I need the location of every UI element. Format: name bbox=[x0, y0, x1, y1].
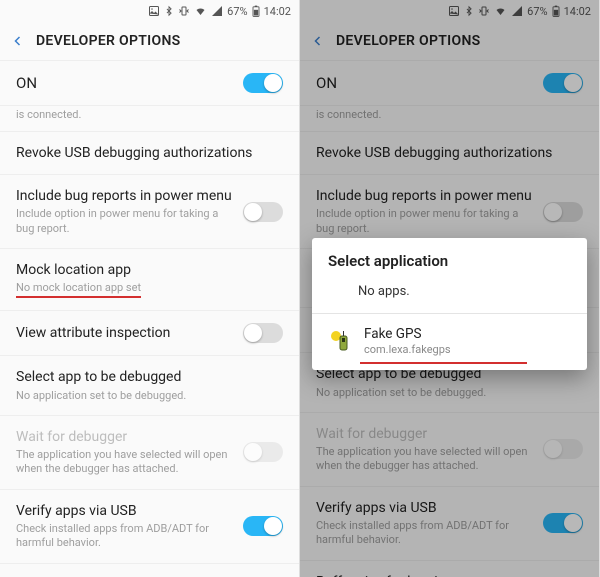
buffer-size-logging[interactable]: Buffer size for logging 256K per log buf… bbox=[0, 564, 299, 577]
waitdbg-title: Wait for debugger bbox=[16, 428, 233, 446]
revoke-usb-auth[interactable]: Revoke USB debugging authorizations bbox=[300, 132, 599, 175]
vibrate-icon bbox=[178, 5, 190, 17]
selectdebug-sub: No application set to be debugged. bbox=[16, 389, 283, 403]
image-icon bbox=[448, 5, 460, 17]
bluetooth-icon bbox=[464, 5, 474, 17]
waitdbg-sub: The application you have selected will o… bbox=[16, 448, 233, 477]
selectdebug-sub: No application set to be debugged. bbox=[316, 386, 583, 400]
wait-for-debugger: Wait for debugger The application you ha… bbox=[0, 416, 299, 490]
bugreport-toggle[interactable] bbox=[243, 202, 283, 222]
verify-apps-usb[interactable]: Verify apps via USB Check installed apps… bbox=[300, 487, 599, 561]
wifi-icon bbox=[194, 5, 207, 17]
dialog-app-name: Fake GPS bbox=[364, 326, 451, 342]
include-bug-reports[interactable]: Include bug reports in power menu Includ… bbox=[0, 175, 299, 249]
master-toggle-row[interactable]: ON bbox=[300, 61, 599, 106]
back-button[interactable] bbox=[12, 32, 24, 50]
verifyusb-sub: Check installed apps from ADB/ADT for ha… bbox=[16, 522, 233, 551]
viewattr-title: View attribute inspection bbox=[16, 324, 233, 342]
partial-connected-text: is connected. bbox=[300, 106, 599, 132]
verifyusb-sub: Check installed apps from ADB/ADT for ha… bbox=[316, 519, 533, 548]
waitdbg-sub: The application you have selected will o… bbox=[316, 445, 533, 474]
mock-sub: No mock location app set bbox=[16, 281, 283, 298]
master-toggle[interactable] bbox=[543, 73, 583, 93]
master-toggle-label: ON bbox=[316, 74, 337, 92]
status-bar: 67% 14:02 bbox=[300, 0, 599, 22]
wifi-icon bbox=[494, 5, 507, 17]
battery-pct: 67% bbox=[227, 5, 247, 18]
selectdebug-title: Select app to be debugged bbox=[16, 368, 283, 386]
revoke-title: Revoke USB debugging authorizations bbox=[316, 144, 583, 162]
bugreport-toggle[interactable] bbox=[543, 202, 583, 222]
wait-for-debugger: Wait for debugger The application you ha… bbox=[300, 413, 599, 487]
view-attribute-inspection[interactable]: View attribute inspection bbox=[0, 311, 299, 356]
mock-title: Mock location app bbox=[16, 261, 283, 279]
status-bar: 67% 14:02 bbox=[0, 0, 299, 22]
bluetooth-icon bbox=[164, 5, 174, 17]
revoke-usb-auth[interactable]: Revoke USB debugging authorizations bbox=[0, 132, 299, 175]
back-button[interactable] bbox=[312, 32, 324, 50]
page-title: DEVELOPER OPTIONS bbox=[36, 33, 181, 49]
header: DEVELOPER OPTIONS bbox=[300, 22, 599, 61]
settings-list: ON is connected. Revoke USB debugging au… bbox=[0, 61, 299, 577]
master-toggle-label: ON bbox=[16, 74, 37, 92]
waitdbg-toggle bbox=[543, 439, 583, 459]
partial-connected-text: is connected. bbox=[0, 106, 299, 132]
dialog-noapps[interactable]: No apps. bbox=[312, 278, 587, 313]
vibrate-icon bbox=[478, 5, 490, 17]
select-app-debugged[interactable]: Select app to be debugged No application… bbox=[0, 356, 299, 415]
signal-icon bbox=[211, 5, 223, 17]
bugreport-title: Include bug reports in power menu bbox=[316, 187, 533, 205]
signal-icon bbox=[511, 5, 523, 17]
screen-left: 67% 14:02 DEVELOPER OPTIONS ON is connec… bbox=[0, 0, 300, 577]
battery-icon bbox=[252, 5, 260, 17]
buffer-size-logging[interactable]: Buffer size for logging 256K per log buf… bbox=[300, 561, 599, 577]
mock-location-app[interactable]: Mock location app No mock location app s… bbox=[0, 249, 299, 311]
screen-right: 67% 14:02 DEVELOPER OPTIONS ON is connec… bbox=[300, 0, 600, 577]
master-toggle[interactable] bbox=[243, 73, 283, 93]
bugreport-sub: Include option in power menu for taking … bbox=[316, 207, 533, 236]
verifyusb-toggle[interactable] bbox=[543, 513, 583, 533]
waitdbg-title: Wait for debugger bbox=[316, 425, 533, 443]
revoke-title: Revoke USB debugging authorizations bbox=[16, 144, 283, 162]
viewattr-toggle[interactable] bbox=[243, 323, 283, 343]
master-toggle-row[interactable]: ON bbox=[0, 61, 299, 106]
select-application-dialog[interactable]: Select application No apps. Fake GPS com… bbox=[312, 238, 587, 370]
clock: 14:02 bbox=[264, 5, 291, 18]
verify-apps-usb[interactable]: Verify apps via USB Check installed apps… bbox=[0, 490, 299, 564]
battery-icon bbox=[552, 5, 560, 17]
dialog-app-fake-gps[interactable]: Fake GPS com.lexa.fakegps bbox=[312, 314, 587, 370]
dialog-title: Select application bbox=[312, 238, 587, 278]
bugreport-title: Include bug reports in power menu bbox=[16, 187, 233, 205]
verifyusb-toggle[interactable] bbox=[243, 516, 283, 536]
battery-pct: 67% bbox=[527, 5, 547, 18]
bugreport-sub: Include option in power menu for taking … bbox=[16, 207, 233, 236]
verifyusb-title: Verify apps via USB bbox=[16, 502, 233, 520]
page-title: DEVELOPER OPTIONS bbox=[336, 33, 481, 49]
bufsize-title: Buffer size for logging bbox=[316, 573, 583, 577]
clock: 14:02 bbox=[564, 5, 591, 18]
fake-gps-app-icon bbox=[328, 328, 354, 354]
verifyusb-title: Verify apps via USB bbox=[316, 499, 533, 517]
header: DEVELOPER OPTIONS bbox=[0, 22, 299, 61]
dialog-app-package: com.lexa.fakegps bbox=[364, 343, 451, 356]
image-icon bbox=[148, 5, 160, 17]
highlight-underline bbox=[360, 362, 527, 364]
waitdbg-toggle bbox=[243, 442, 283, 462]
